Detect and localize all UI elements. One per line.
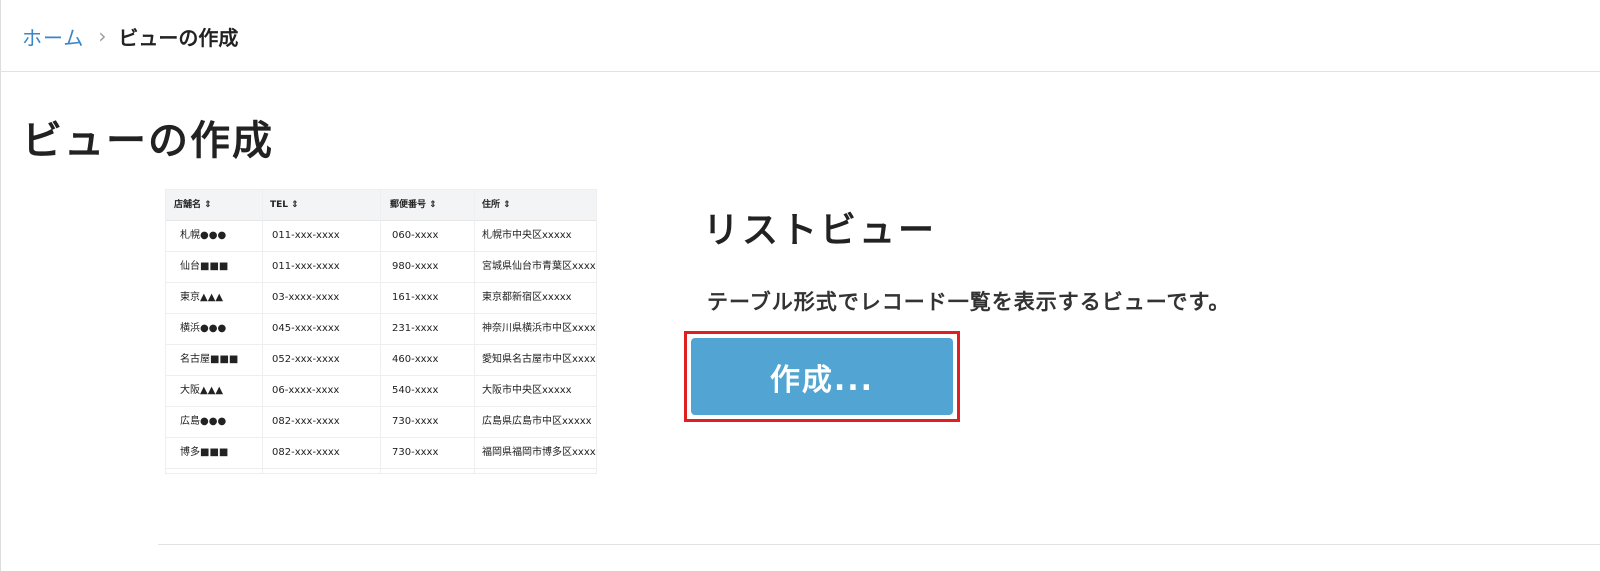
preview-cell: 730-xxxx [392,447,439,458]
preview-header-cell: 住所 ⇕ [482,200,511,210]
preview-cell: 東京▲▲▲ [180,292,224,303]
preview-cell: 広島県広島市中区xxxxx [482,416,592,427]
preview-cell: 宮城県仙台市青葉区xxxx [482,261,596,272]
preview-column-divider [474,190,475,473]
preview-cell: 060-xxxx [392,230,439,241]
breadcrumb: ホーム › ビューの作成 [22,20,238,52]
preview-cell: 980-xxxx [392,261,439,272]
preview-cell: 愛知県名古屋市中区xxxx [482,354,596,365]
chevron-right-icon: › [98,24,107,48]
preview-cell: 札幌●●● [180,230,227,241]
page-title: ビューの作成 [22,118,274,164]
preview-row: 大阪▲▲▲ 06-xxxx-xxxx 540-xxxx 大阪市中央区xxxxx [166,375,596,407]
preview-row: 名古屋■■■ 052-xxx-xxxx 460-xxxx 愛知県名古屋市中区xx… [166,344,596,376]
preview-cell: 札幌市中央区xxxxx [482,230,572,241]
preview-row: 横浜●●● 045-xxx-xxxx 231-xxxx 神奈川県横浜市中区xxx… [166,313,596,345]
section-divider [158,544,1600,545]
preview-row: 広島●●● 082-xxx-xxxx 730-xxxx 広島県広島市中区xxxx… [166,406,596,438]
preview-row: 札幌●●● 011-xxx-xxxx 060-xxxx 札幌市中央区xxxxx [166,220,596,252]
preview-row: 博多■■■ 082-xxx-xxxx 730-xxxx 福岡県福岡市博多区xxx… [166,437,596,469]
preview-header-row: 店舗名 ⇕ TEL ⇕ 郵便番号 ⇕ 住所 ⇕ [166,190,596,221]
list-view-preview-image: 店舗名 ⇕ TEL ⇕ 郵便番号 ⇕ 住所 ⇕ 札幌●●● 011-xxx-xx… [166,190,596,473]
preview-cell: 横浜●●● [180,323,227,334]
preview-cell: 福岡県福岡市博多区xxxx [482,447,596,458]
preview-cell: 大阪▲▲▲ [180,385,224,396]
preview-cell: 広島●●● [180,416,227,427]
preview-cell: 011-xxx-xxxx [272,261,340,272]
preview-cell: 161-xxxx [392,292,439,303]
preview-row: 仙台■■■ 011-xxx-xxxx 980-xxxx 宮城県仙台市青葉区xxx… [166,251,596,283]
preview-header-cell: 郵便番号 ⇕ [390,200,437,210]
preview-cell: 東京都新宿区xxxxx [482,292,572,303]
preview-cell: 231-xxxx [392,323,439,334]
header-divider [0,71,1600,72]
breadcrumb-current: ビューの作成 [118,25,239,50]
preview-column-divider [380,190,381,473]
preview-cell: 仙台■■■ [180,261,229,272]
preview-cell: 神奈川県横浜市中区xxxx [482,323,596,334]
view-type-description: テーブル形式でレコード一覧を表示するビューです。 [707,290,1231,314]
preview-cell: 052-xxx-xxxx [272,354,340,365]
preview-cell: 大阪市中央区xxxxx [482,385,572,396]
preview-cell: 03-xxxx-xxxx [272,292,340,303]
preview-header-cell: TEL ⇕ [270,200,299,210]
left-border [0,0,1,571]
preview-cell: 06-xxxx-xxxx [272,385,340,396]
preview-cell: 540-xxxx [392,385,439,396]
preview-header-cell: 店舗名 ⇕ [174,200,212,210]
preview-column-divider [262,190,263,473]
preview-cell: 082-xxx-xxxx [272,447,340,458]
preview-cell: 460-xxxx [392,354,439,365]
preview-cell: 011-xxx-xxxx [272,230,340,241]
preview-cell: 082-xxx-xxxx [272,416,340,427]
create-button[interactable]: 作成... [691,338,953,415]
preview-cell: 045-xxx-xxxx [272,323,340,334]
preview-cell: 博多■■■ [180,447,229,458]
preview-row: 東京▲▲▲ 03-xxxx-xxxx 161-xxxx 東京都新宿区xxxxx [166,282,596,314]
breadcrumb-home-link[interactable]: ホーム [22,22,84,51]
view-type-title: リストビュー [703,210,938,251]
preview-cell: 名古屋■■■ [180,354,239,365]
preview-cell: 730-xxxx [392,416,439,427]
